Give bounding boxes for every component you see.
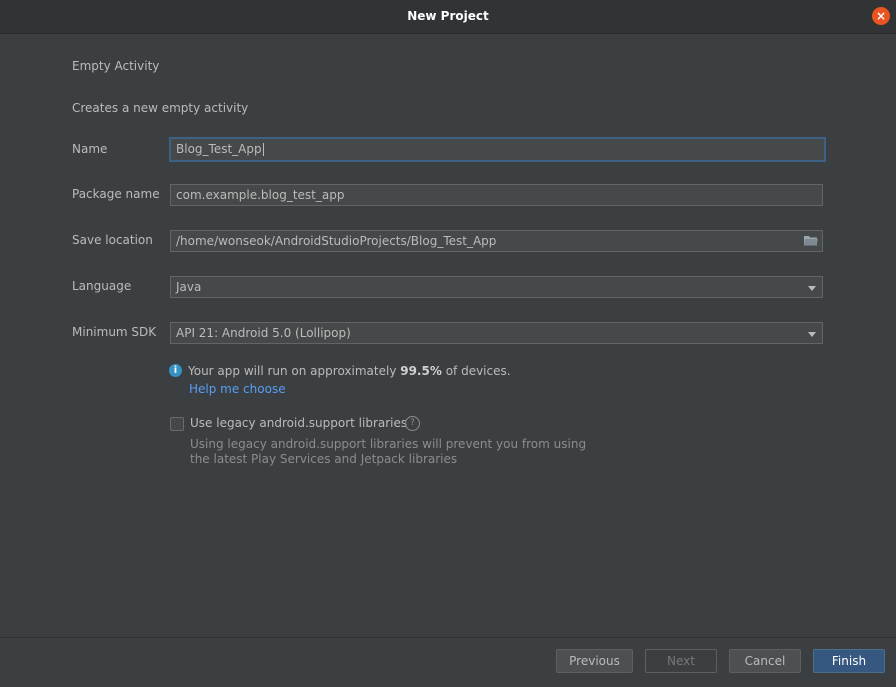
legacy-hint-line1: Using legacy android.support libraries w… bbox=[190, 437, 587, 451]
close-icon[interactable]: × bbox=[872, 7, 890, 25]
text-caret bbox=[262, 143, 264, 156]
section-title: Empty Activity bbox=[72, 59, 160, 73]
next-button[interactable]: Next bbox=[645, 649, 717, 673]
legacy-libraries-checkbox[interactable] bbox=[170, 417, 184, 431]
legacy-libraries-label[interactable]: Use legacy android.support libraries bbox=[190, 416, 407, 430]
help-me-choose-link[interactable]: Help me choose bbox=[189, 382, 286, 396]
save-location-field[interactable]: /home/wonseok/AndroidStudioProjects/Blog… bbox=[170, 230, 823, 252]
help-icon[interactable]: ? bbox=[405, 416, 420, 431]
coverage-suffix: of devices. bbox=[441, 364, 511, 378]
save-location-label: Save location bbox=[72, 233, 153, 247]
finish-button[interactable]: Finish bbox=[813, 649, 885, 673]
folder-icon[interactable] bbox=[804, 235, 818, 246]
save-location-value: /home/wonseok/AndroidStudioProjects/Blog… bbox=[176, 234, 497, 248]
section-description: Creates a new empty activity bbox=[72, 101, 249, 115]
language-value: Java bbox=[176, 280, 202, 294]
info-icon: i bbox=[169, 364, 182, 377]
chevron-down-icon bbox=[808, 332, 816, 337]
title-bar: New Project × bbox=[0, 0, 896, 34]
device-coverage-text: Your app will run on approximately 99.5%… bbox=[188, 364, 511, 378]
min-sdk-label: Minimum SDK bbox=[72, 325, 157, 339]
package-field[interactable]: com.example.blog_test_app bbox=[170, 184, 823, 206]
cancel-button[interactable]: Cancel bbox=[729, 649, 801, 673]
package-value: com.example.blog_test_app bbox=[176, 188, 345, 202]
coverage-percentage: 99.5% bbox=[400, 364, 442, 378]
language-select[interactable]: Java bbox=[170, 276, 823, 298]
min-sdk-value: API 21: Android 5.0 (Lollipop) bbox=[176, 326, 351, 340]
dialog-title: New Project bbox=[407, 9, 489, 23]
name-label: Name bbox=[72, 142, 108, 156]
coverage-prefix: Your app will run on approximately bbox=[188, 364, 401, 378]
chevron-down-icon bbox=[808, 286, 816, 291]
previous-button[interactable]: Previous bbox=[556, 649, 633, 673]
legacy-hint-line2: the latest Play Services and Jetpack lib… bbox=[190, 452, 458, 466]
name-field[interactable]: Blog_Test_App bbox=[169, 137, 826, 162]
name-value: Blog_Test_App bbox=[176, 142, 262, 156]
package-label: Package name bbox=[72, 187, 160, 201]
language-label: Language bbox=[72, 279, 132, 293]
min-sdk-select[interactable]: API 21: Android 5.0 (Lollipop) bbox=[170, 322, 823, 344]
